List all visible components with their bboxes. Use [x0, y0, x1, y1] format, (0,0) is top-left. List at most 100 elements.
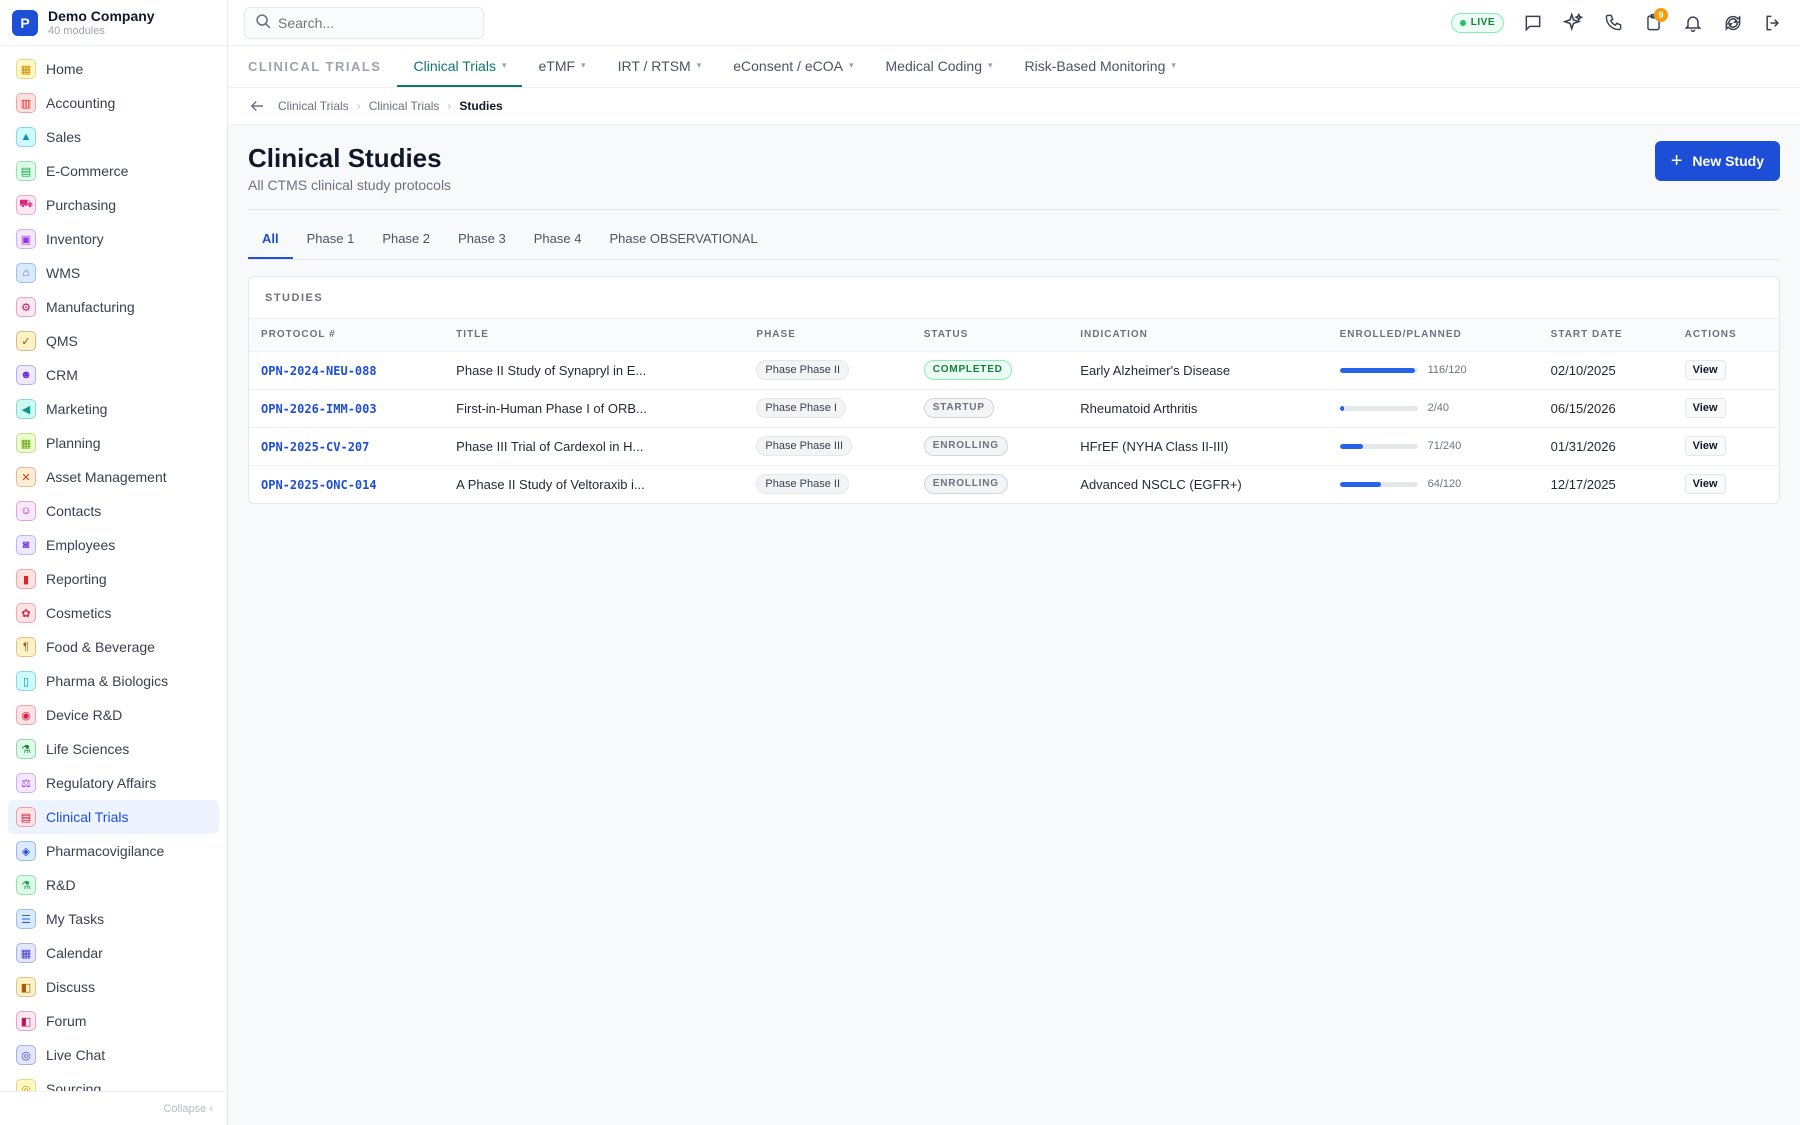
chevron-down-icon: ▾	[988, 60, 993, 70]
phase-tab-phase-3[interactable]: Phase 3	[444, 220, 520, 259]
box-icon: ▣	[16, 229, 36, 249]
gavel-icon: ⚖	[16, 773, 36, 793]
sidebar-item-clinical-trials[interactable]: ▤ Clinical Trials	[8, 800, 219, 834]
bell-icon[interactable]	[1682, 12, 1704, 34]
actions-cell: View	[1672, 389, 1779, 428]
sidebar-item-forum[interactable]: ◧ Forum	[8, 1004, 219, 1038]
megaphone-icon: ◀	[16, 399, 36, 419]
enrollment-progress: 71/240	[1339, 440, 1527, 452]
phase-tab-phase-observational[interactable]: Phase OBSERVATIONAL	[595, 220, 771, 259]
phase-cell: Phase Phase II	[744, 351, 912, 390]
page-header: Clinical Studies All CTMS clinical study…	[248, 141, 1780, 210]
back-arrow-icon[interactable]	[248, 97, 266, 115]
sidebar-item-purchasing[interactable]: ⛟ Purchasing	[8, 188, 219, 222]
phase-tab-phase-2[interactable]: Phase 2	[368, 220, 444, 259]
sidebar-item-reporting[interactable]: ▮ Reporting	[8, 562, 219, 596]
tab-risk-based-monitoring[interactable]: Risk-Based Monitoring ▾	[1009, 46, 1192, 87]
phase-tab-all[interactable]: All	[248, 220, 293, 259]
view-button[interactable]: View	[1684, 436, 1726, 456]
app-root: P Demo Company 40 modules ▦ Home ▥ Accounti…	[0, 0, 1800, 1125]
sparkle-ai-icon[interactable]	[1562, 12, 1584, 34]
status-cell: ENROLLING	[911, 427, 1069, 466]
protocol-link[interactable]: OPN-2025-CV-207	[261, 440, 369, 454]
sidebar-item-planning[interactable]: ▦ Planning	[8, 426, 219, 460]
sidebar-item-inventory[interactable]: ▣ Inventory	[8, 222, 219, 256]
sidebar-item-employees[interactable]: ◙ Employees	[8, 528, 219, 562]
sidebar-item-qms[interactable]: ✓ QMS	[8, 324, 219, 358]
search-input[interactable]	[278, 14, 468, 31]
new-study-button[interactable]: + New Study	[1654, 141, 1780, 181]
view-button[interactable]: View	[1684, 360, 1726, 380]
column-header: START DATE	[1538, 319, 1673, 352]
table-row[interactable]: OPN-2024-NEU-088 Phase II Study of Synapr…	[249, 351, 1779, 390]
sidebar-item-regulatory-affairs[interactable]: ⚖ Regulatory Affairs	[8, 766, 219, 800]
sidebar-item-manufacturing[interactable]: ⚙ Manufacturing	[8, 290, 219, 324]
tab-medical-coding[interactable]: Medical Coding ▾	[870, 46, 1009, 87]
protocol-link[interactable]: OPN-2026-IMM-003	[261, 402, 377, 416]
contact-icon: ☺	[16, 501, 36, 521]
sidebar-item-e-commerce[interactable]: ▤ E-Commerce	[8, 154, 219, 188]
phone-icon[interactable]	[1602, 12, 1624, 34]
sidebar-item-label: Marketing	[46, 401, 108, 417]
collapse-button[interactable]: Collapse ‹	[0, 1091, 227, 1125]
sidebar-item-pharma-biologics[interactable]: ▯ Pharma & Biologics	[8, 664, 219, 698]
table-row[interactable]: OPN-2025-CV-207 Phase III Trial of Cardex…	[249, 427, 1779, 466]
page-subtitle: All CTMS clinical study protocols	[248, 177, 452, 193]
status-badge: ENROLLING	[923, 474, 1008, 495]
sidebar-item-marketing[interactable]: ◀ Marketing	[8, 392, 219, 426]
sidebar-item-label: Purchasing	[46, 197, 117, 213]
sidebar-item-my-tasks[interactable]: ☰ My Tasks	[8, 902, 219, 936]
sidebar-item-label: Forum	[46, 1013, 87, 1029]
sidebar-item-device-r-d[interactable]: ◉ Device R&D	[8, 698, 219, 732]
sidebar-item-label: Accounting	[46, 95, 116, 111]
sidebar-item-sales[interactable]: ▲ Sales	[8, 120, 219, 154]
sidebar-item-label: Food & Beverage	[46, 639, 155, 655]
tab-irt-rtsm[interactable]: IRT / RTSM ▾	[602, 46, 718, 87]
sidebar-item-calendar[interactable]: ▦ Calendar	[8, 936, 219, 970]
status-cell: ENROLLING	[912, 465, 1069, 503]
sidebar-item-food-beverage[interactable]: ¶ Food & Beverage	[8, 630, 219, 664]
sidebar-item-label: Life Sciences	[46, 741, 130, 757]
sidebar-item-wms[interactable]: ⌂ WMS	[8, 256, 219, 290]
sidebar-item-discuss[interactable]: ◧ Discuss	[8, 970, 219, 1004]
bar-chart-icon: ▮	[16, 569, 36, 589]
sidebar-item-home[interactable]: ▦ Home	[8, 52, 219, 86]
table-row[interactable]: OPN-2026-IMM-003 First-in-Human Phase I o…	[249, 389, 1779, 428]
sidebar-item-asset-management[interactable]: ✕ Asset Management	[8, 460, 219, 494]
phase-tab-phase-1[interactable]: Phase 1	[293, 220, 369, 259]
search-box[interactable]	[244, 6, 484, 39]
tab-clinical-trials[interactable]: Clinical Trials ▾	[397, 46, 523, 87]
sidebar-item-label: Inventory	[46, 231, 104, 247]
sync-icon[interactable]	[1722, 12, 1744, 34]
sidebar-item-label: My Tasks	[46, 911, 105, 927]
view-button[interactable]: View	[1684, 474, 1726, 495]
tab-econsent-ecoa[interactable]: eConsent / eCOA ▾	[717, 46, 869, 87]
sidebar-item-r-d[interactable]: ⚗ R&D	[8, 868, 219, 902]
sidebar-item-cosmetics[interactable]: ✿ Cosmetics	[8, 596, 219, 630]
sidebar-item-live-chat[interactable]: ◎ Live Chat	[8, 1038, 219, 1072]
tab-label: eTMF	[538, 57, 576, 74]
protocol-link[interactable]: OPN-2024-NEU-088	[261, 364, 377, 378]
clipboard-notification-icon[interactable]: 9	[1642, 7, 1668, 34]
view-button[interactable]: View	[1684, 398, 1726, 418]
logout-icon[interactable]	[1762, 12, 1784, 34]
tab-etmf[interactable]: eTMF ▾	[522, 46, 601, 87]
breadcrumb-item[interactable]: Clinical Trials	[278, 99, 349, 113]
sidebar-item-crm[interactable]: ☻ CRM	[8, 358, 219, 392]
sidebar-item-accounting[interactable]: ▥ Accounting	[8, 86, 219, 120]
cart-icon: ⛟	[16, 195, 36, 215]
sidebar-item-contacts[interactable]: ☺ Contacts	[8, 494, 219, 528]
table-row[interactable]: OPN-2025-ONC-014 A Phase II Study of Velt…	[249, 465, 1779, 503]
sidebar-item-sourcing[interactable]: ◎ Sourcing	[8, 1072, 219, 1091]
chat-icon[interactable]	[1522, 12, 1544, 34]
beaker-icon: ⚗	[16, 875, 36, 895]
protocol-link[interactable]: OPN-2025-ONC-014	[261, 478, 377, 492]
phase-filter-tabs: All Phase 1 Phase 2 Phase 3 Phase 4 Phase OBS…	[248, 220, 1780, 260]
sidebar-item-label: Reporting	[46, 571, 107, 587]
sidebar-item-life-sciences[interactable]: ⚗ Life Sciences	[8, 732, 219, 766]
breadcrumb-item[interactable]: Clinical Trials	[369, 99, 440, 113]
sidebar-item-pharmacovigilance[interactable]: ◈ Pharmacovigilance	[8, 834, 219, 868]
sidebar: P Demo Company 40 modules ▦ Home ▥ Accounti…	[0, 0, 228, 1125]
brand[interactable]: P Demo Company 40 modules	[0, 0, 227, 46]
phase-tab-phase-4[interactable]: Phase 4	[520, 220, 596, 259]
